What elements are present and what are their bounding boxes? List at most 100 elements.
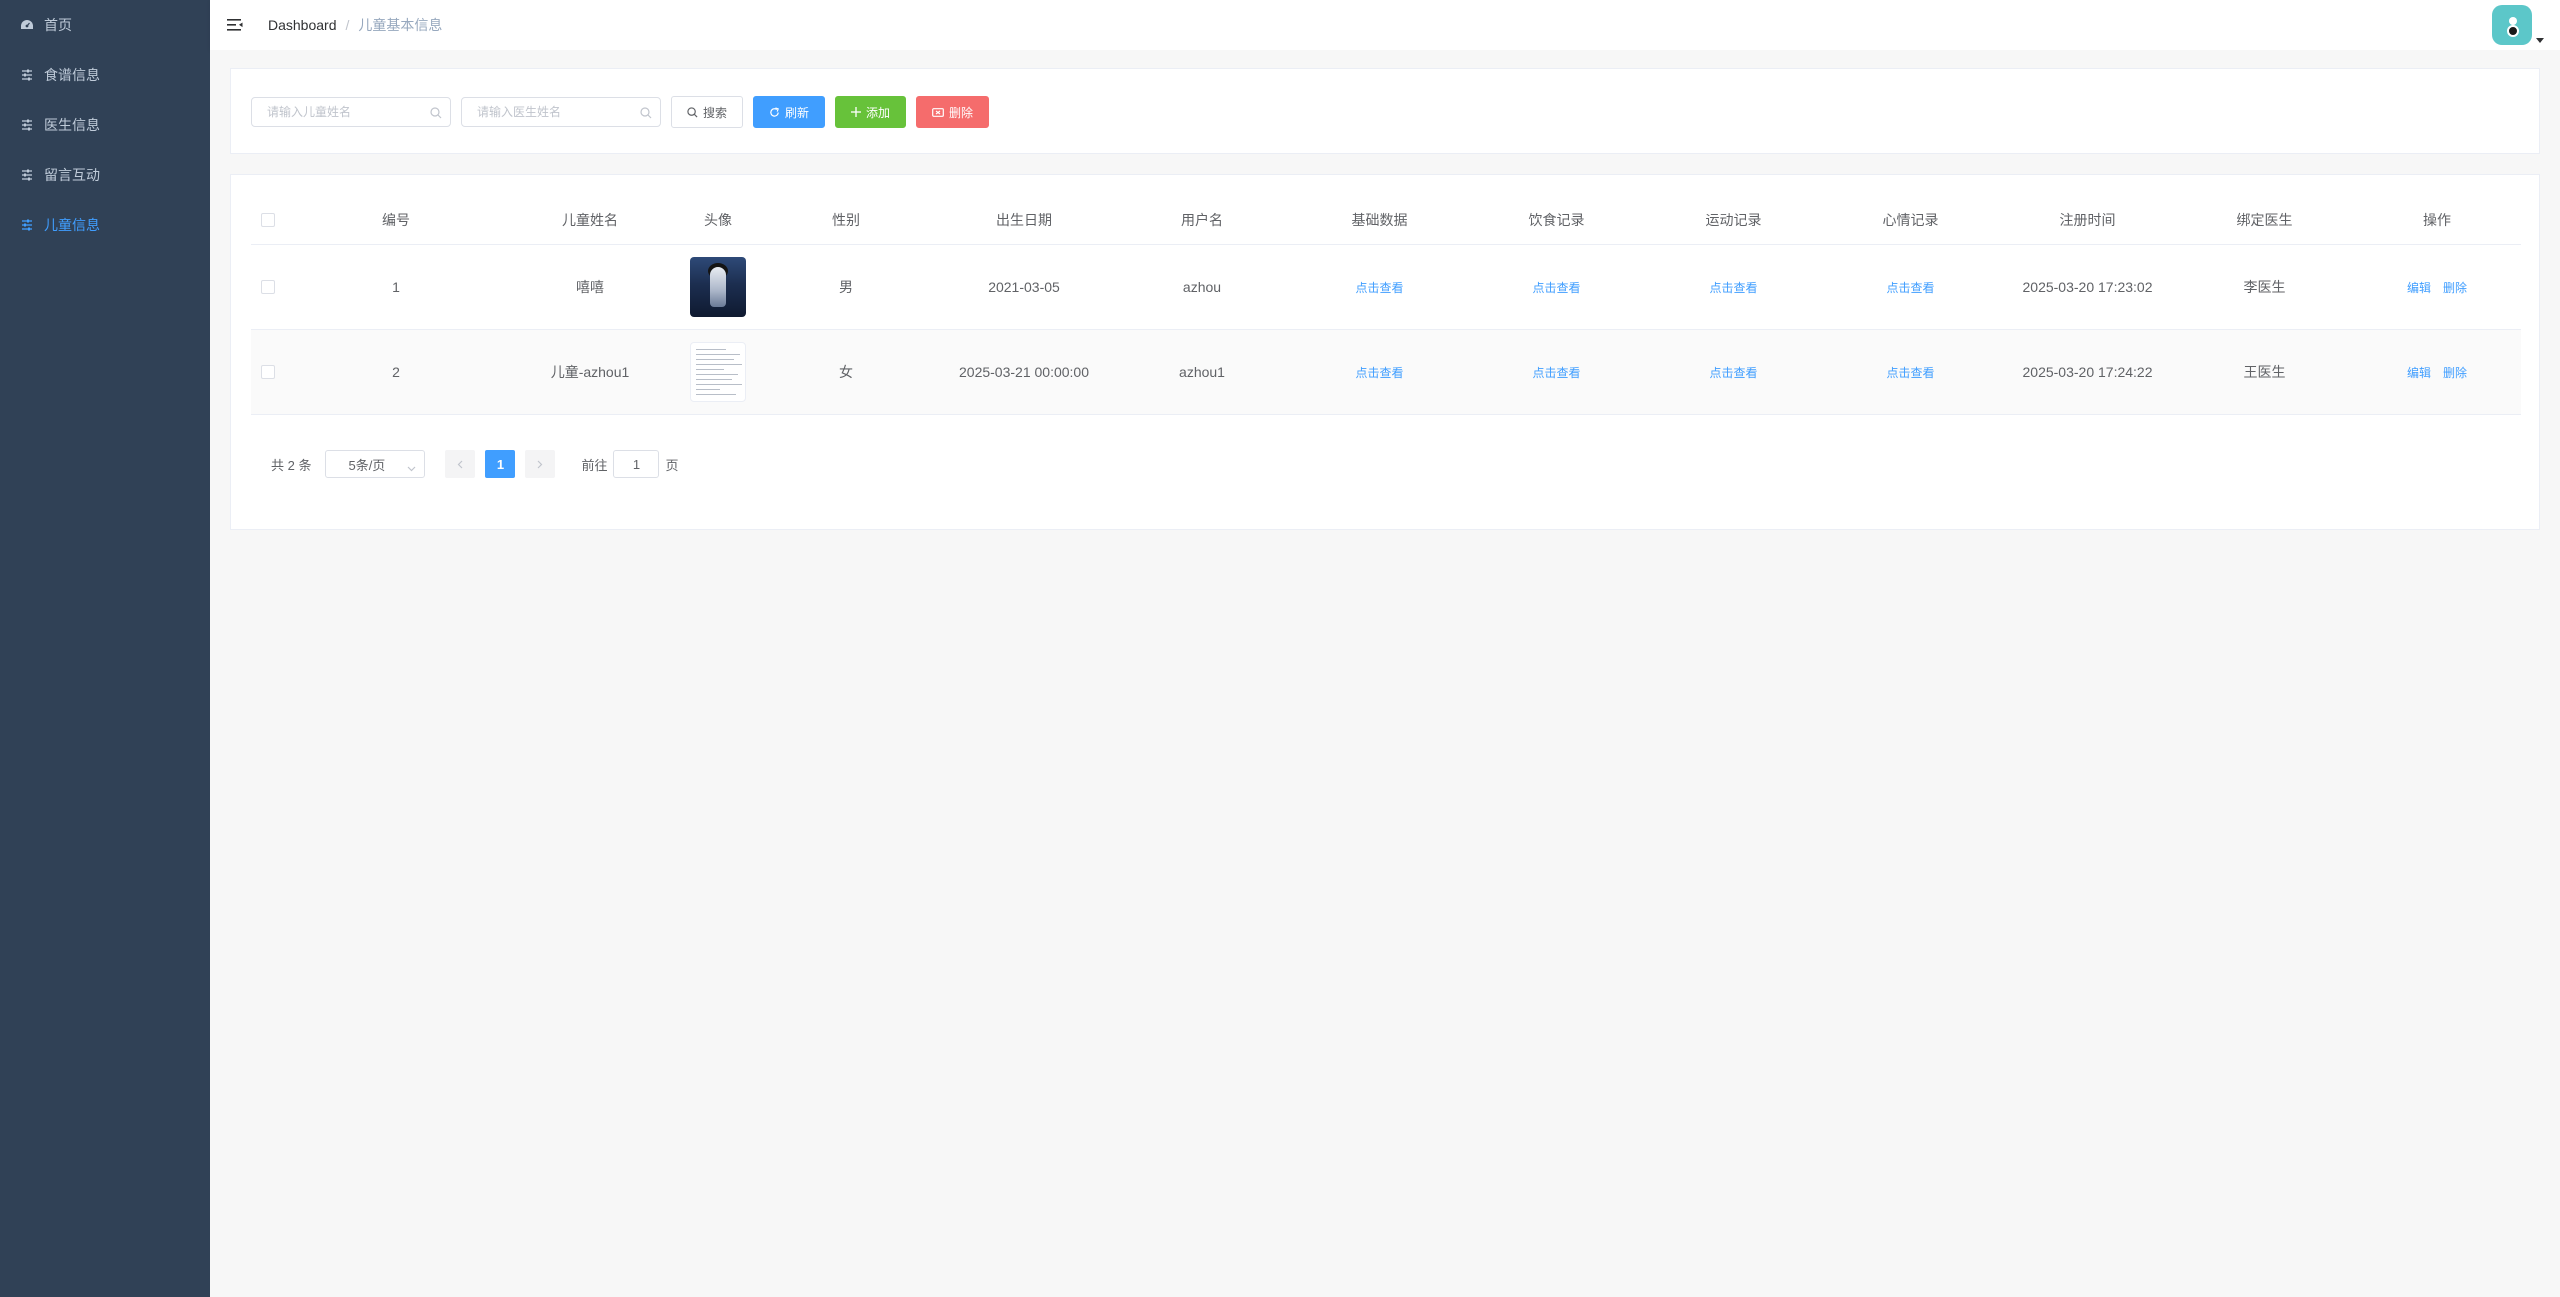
view-sport-link[interactable]: 点击查看: [1709, 364, 1757, 381]
page-number-button[interactable]: 1: [485, 450, 516, 478]
search-bar: 搜索 刷新 添加 删除: [251, 96, 999, 128]
sidebar-item-home[interactable]: 首页: [0, 0, 210, 50]
sliders-icon: [20, 118, 34, 132]
cell-birth: 2021-03-05: [988, 279, 1060, 295]
caret-down-icon: [2536, 38, 2544, 43]
edit-link[interactable]: 编辑: [2407, 279, 2431, 296]
cell-birth: 2025-03-21 00:00:00: [959, 364, 1089, 380]
breadcrumb: Dashboard / 儿童基本信息: [268, 15, 442, 35]
sidebar-item-label: 儿童信息: [44, 217, 100, 233]
page-size-select[interactable]: 5条/页: [325, 450, 426, 478]
prev-page-button[interactable]: [445, 450, 476, 478]
refresh-button-label: 刷新: [785, 105, 810, 120]
goto-page-input[interactable]: [613, 450, 660, 478]
column-header-avatar: 头像: [704, 211, 732, 228]
child-avatar-image[interactable]: [690, 342, 746, 402]
column-header-sport: 运动记录: [1705, 211, 1762, 228]
navbar: Dashboard / 儿童基本信息: [210, 0, 2560, 50]
goto-suffix: 页: [665, 457, 679, 473]
column-header-sex: 性别: [832, 211, 860, 228]
view-basic-data-link[interactable]: 点击查看: [1355, 279, 1403, 296]
column-header-doctor: 绑定医生: [2236, 211, 2293, 228]
edit-link[interactable]: 编辑: [2407, 364, 2431, 381]
table-card: 编号 儿童姓名 头像 性别 出生日期 用户名 基础数据 饮食记录 运动记录 心情…: [230, 174, 2540, 530]
column-header-basic-data: 基础数据: [1351, 211, 1408, 228]
column-header-username: 用户名: [1181, 211, 1223, 228]
next-page-button[interactable]: [525, 450, 556, 478]
sidebar-item-doctors[interactable]: 医生信息: [0, 100, 210, 150]
chevron-down-icon: [407, 460, 416, 475]
sidebar-item-label: 医生信息: [44, 117, 100, 133]
search-icon: [430, 106, 442, 122]
main-content: 搜索 刷新 添加 删除: [210, 50, 2560, 1297]
delete-button[interactable]: 删除: [916, 96, 990, 128]
view-diet-link[interactable]: 点击查看: [1532, 279, 1580, 296]
cell-register-time: 2025-03-20 17:24:22: [2022, 364, 2153, 380]
child-name-search-field: [251, 97, 451, 127]
sidebar-item-messages[interactable]: 留言互动: [0, 150, 210, 200]
page-size-value: 5条/页: [348, 457, 386, 473]
cell-no: 2: [392, 364, 400, 380]
breadcrumb-dashboard[interactable]: Dashboard: [268, 17, 337, 33]
add-button-label: 添加: [866, 105, 891, 120]
child-avatar-image[interactable]: [690, 257, 746, 317]
sidebar-item-label: 首页: [44, 17, 72, 33]
column-header-register-time: 注册时间: [2059, 211, 2116, 228]
table-row: 2 儿童-azhou1 女 2025-03-21 00:00:00 azhou1…: [251, 330, 2521, 415]
view-diet-link[interactable]: 点击查看: [1532, 364, 1580, 381]
sidebar-item-label: 食谱信息: [44, 67, 100, 83]
table-row: 1 嘻嘻 男 2021-03-05 azhou 点击查看 点击查看 点击查看 点…: [251, 245, 2521, 330]
search-card: 搜索 刷新 添加 删除: [230, 68, 2540, 154]
cell-doctor: 李医生: [2243, 279, 2286, 295]
delete-link[interactable]: 删除: [2443, 279, 2467, 296]
view-sport-link[interactable]: 点击查看: [1709, 279, 1757, 296]
cell-sex: 男: [839, 279, 853, 295]
cell-sex: 女: [839, 364, 853, 380]
page-jumper: 前往 页: [581, 450, 679, 478]
cell-username: azhou: [1182, 279, 1222, 295]
refresh-icon: [769, 106, 780, 118]
table-header-row: 编号 儿童姓名 头像 性别 出生日期 用户名 基础数据 饮食记录 运动记录 心情…: [251, 195, 2521, 245]
search-button[interactable]: 搜索: [671, 96, 744, 128]
sidebar-item-children[interactable]: 儿童信息: [0, 200, 210, 250]
delete-button-label: 删除: [949, 105, 974, 120]
sidebar-item-label: 留言互动: [44, 167, 100, 183]
cell-username: azhou1: [1179, 364, 1225, 380]
user-menu[interactable]: [2492, 5, 2544, 45]
column-header-no: 编号: [382, 211, 410, 228]
delete-icon: [932, 107, 944, 117]
goto-prefix: 前往: [581, 457, 608, 473]
view-mood-link[interactable]: 点击查看: [1886, 279, 1934, 296]
breadcrumb-separator: /: [345, 17, 350, 33]
refresh-button[interactable]: 刷新: [753, 96, 826, 128]
user-avatar-icon[interactable]: [2492, 5, 2532, 45]
breadcrumb-current: 儿童基本信息: [358, 17, 443, 33]
sliders-icon: [20, 168, 34, 182]
add-button[interactable]: 添加: [835, 96, 907, 128]
doctor-name-input[interactable]: [462, 98, 660, 126]
cell-no: 1: [392, 279, 400, 295]
pagination-total: 共 2 条: [271, 457, 312, 473]
delete-link[interactable]: 删除: [2443, 364, 2467, 381]
doctor-name-search-field: [461, 97, 661, 127]
column-header-diet: 饮食记录: [1528, 211, 1585, 228]
row-checkbox[interactable]: [261, 365, 275, 379]
search-button-label: 搜索: [703, 105, 728, 120]
cell-name: 儿童-azhou1: [550, 364, 630, 380]
hamburger-menu-icon[interactable]: [210, 0, 260, 50]
view-mood-link[interactable]: 点击查看: [1886, 364, 1934, 381]
row-checkbox[interactable]: [261, 280, 275, 294]
children-table: 编号 儿童姓名 头像 性别 出生日期 用户名 基础数据 饮食记录 运动记录 心情…: [251, 195, 2521, 415]
cell-register-time: 2025-03-20 17:23:02: [2022, 279, 2153, 295]
chevron-left-icon: [458, 460, 463, 468]
column-header-actions: 操作: [2423, 211, 2451, 228]
select-all-checkbox[interactable]: [261, 212, 275, 227]
view-basic-data-link[interactable]: 点击查看: [1355, 364, 1403, 381]
search-icon: [687, 106, 698, 118]
sidebar-item-recipes[interactable]: 食谱信息: [0, 50, 210, 100]
child-name-input[interactable]: [252, 98, 450, 126]
pagination: 共 2 条 5条/页 1 前往 页: [271, 450, 679, 478]
sliders-icon: [20, 218, 34, 232]
cell-doctor: 王医生: [2243, 364, 2286, 380]
search-icon: [640, 106, 652, 122]
